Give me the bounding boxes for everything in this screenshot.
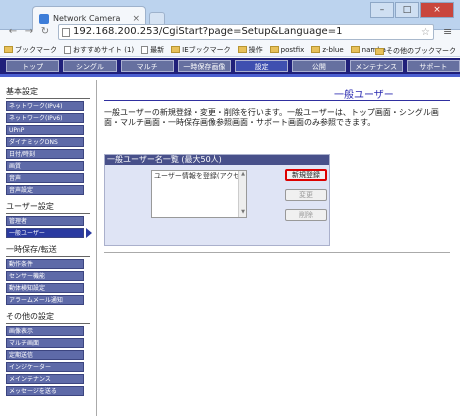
sidebar-item[interactable]: ネットワーク(IPv6): [6, 113, 84, 123]
bookmark-item[interactable]: ブックマーク: [4, 45, 57, 55]
user-list-box[interactable]: ユーザー情報を登録(アクセス) ▲ ▼: [151, 170, 247, 218]
sidebar-item[interactable]: 画像表示: [6, 326, 84, 336]
address-bar[interactable]: 192.168.200.253/CgiStart?page=Setup&Lang…: [58, 24, 434, 40]
bookmark-item[interactable]: IEブックマーク: [171, 45, 231, 55]
nav-tab-top[interactable]: トップ: [6, 60, 60, 72]
sidebar-item[interactable]: 画質: [6, 161, 84, 171]
bookmarks-bar: ブックマーク おすすめサイト (1) 最新 IEブックマーク 操作 postfi…: [0, 43, 460, 57]
tab-title: Network Camera: [53, 14, 121, 23]
sidebar-item[interactable]: ネットワーク(IPv4): [6, 101, 84, 111]
back-arrow-icon[interactable]: ←: [6, 26, 20, 37]
nav-underline: [0, 74, 460, 77]
url-text: 192.168.200.253/CgiStart?page=Setup&Lang…: [73, 26, 343, 37]
nav-tab-temp-images[interactable]: 一時保存画像: [177, 60, 231, 72]
other-bookmarks-label: その他のブックマーク: [386, 47, 456, 55]
bookmark-item[interactable]: z-blue: [311, 45, 344, 54]
folder-icon: [171, 46, 181, 53]
nav-tab-public[interactable]: 公開: [292, 60, 346, 72]
sidebar-item[interactable]: インジケーター: [6, 362, 84, 372]
folder-icon: [375, 47, 384, 55]
bookmark-label: postfix: [280, 45, 305, 54]
nav-tab-support[interactable]: サポート: [406, 60, 460, 72]
bookmark-item[interactable]: postfix: [269, 45, 305, 54]
folder-icon: [237, 46, 247, 53]
list-scrollbar[interactable]: ▲ ▼: [238, 171, 246, 217]
sidebar-item[interactable]: 音声: [6, 173, 84, 183]
panel-title: 一般ユーザー名一覧 (最大50人): [105, 155, 329, 165]
sidebar-item[interactable]: メインテナンス: [6, 374, 84, 384]
sidebar-item[interactable]: 定期送信: [6, 350, 84, 360]
other-bookmarks[interactable]: その他のブックマーク: [375, 46, 456, 56]
page-title: 一般ユーザー: [334, 90, 394, 101]
bookmark-label: IEブックマーク: [182, 45, 231, 54]
browser-menu-icon[interactable]: ≡: [443, 25, 452, 38]
folder-icon: [4, 46, 13, 53]
scroll-up-icon[interactable]: ▲: [239, 171, 247, 179]
close-tab-icon[interactable]: ×: [132, 14, 140, 24]
sidebar-divider: [96, 80, 97, 416]
sidebar-item[interactable]: アラームメール通知: [6, 295, 84, 305]
nav-tab-maintenance[interactable]: メンテナンス: [349, 60, 403, 72]
user-list-panel: 一般ユーザー名一覧 (最大50人) ユーザー情報を登録(アクセス) ▲ ▼ 新規…: [104, 154, 330, 246]
folder-icon: [269, 46, 279, 53]
sidebar-item[interactable]: センサー機能: [6, 271, 84, 281]
sidebar-heading: 一時保存/転送: [6, 244, 90, 257]
sidebar-item[interactable]: マルチ画面: [6, 338, 84, 348]
page-icon: [141, 45, 149, 54]
maximize-button[interactable]: □: [395, 2, 419, 18]
sidebar-item-general-user[interactable]: 一般ユーザー: [6, 228, 84, 238]
sidebar-item[interactable]: メッセージを送る: [6, 386, 84, 396]
sidebar-item[interactable]: 動体検知設定: [6, 283, 84, 293]
sidebar-heading: ユーザー設定: [6, 201, 90, 214]
nav-tab-single[interactable]: シングル: [63, 60, 117, 72]
forward-arrow-icon[interactable]: →: [22, 26, 36, 37]
title-divider: [104, 100, 450, 101]
page-description: 一般ユーザーの新規登録・変更・削除を行います。一般ユーザーは、トップ画面・シング…: [104, 108, 439, 127]
folder-icon: [350, 46, 360, 53]
bookmark-label: 操作: [248, 45, 263, 54]
sidebar-item[interactable]: UPnP: [6, 125, 84, 135]
camera-favicon-icon: [39, 13, 49, 24]
bookmark-item[interactable]: おすすめサイト (1): [64, 45, 134, 55]
sidebar-item[interactable]: 管理者: [6, 216, 84, 226]
page-icon: [64, 45, 71, 54]
active-item-arrow-icon: [86, 228, 92, 238]
sidebar-heading: その他の設定: [6, 311, 90, 324]
bookmark-label: おすすめサイト (1): [73, 45, 135, 54]
content-divider: [104, 252, 450, 253]
nav-tab-multi[interactable]: マルチ: [120, 60, 174, 72]
reload-icon[interactable]: ↻: [38, 26, 52, 37]
window-controls: – □ ×: [370, 2, 454, 18]
delete-button[interactable]: 削除: [285, 209, 327, 221]
new-register-button[interactable]: 新規登録: [285, 169, 327, 181]
bookmark-item[interactable]: 最新: [141, 45, 164, 55]
scroll-down-icon[interactable]: ▼: [239, 209, 247, 217]
nav-tab-settings[interactable]: 設定: [235, 60, 289, 72]
settings-sidebar: 基本設定 ネットワーク(IPv4) ネットワーク(IPv6) UPnP ダイナミ…: [6, 84, 92, 398]
minimize-button[interactable]: –: [370, 2, 394, 18]
bookmark-item[interactable]: 操作: [237, 45, 263, 55]
sidebar-item[interactable]: ダイナミックDNS: [6, 137, 84, 147]
bookmark-star-icon[interactable]: ☆: [421, 27, 430, 38]
web-content: トップ シングル マルチ 一時保存画像 設定 公開 メンテナンス サポート 基本…: [0, 58, 460, 416]
bookmark-label: z-blue: [322, 45, 344, 54]
bookmark-label: 最新: [150, 45, 165, 54]
folder-icon: [311, 46, 321, 53]
sidebar-item[interactable]: 動作条件: [6, 259, 84, 269]
edit-button[interactable]: 変更: [285, 189, 327, 201]
sidebar-item[interactable]: 日付/時刻: [6, 149, 84, 159]
sidebar-item[interactable]: 音声設定: [6, 185, 84, 195]
list-item[interactable]: ユーザー情報を登録(アクセス): [152, 171, 246, 181]
sidebar-heading: 基本設定: [6, 86, 90, 99]
bookmark-label: ブックマーク: [15, 45, 57, 54]
window-close-button[interactable]: ×: [420, 2, 454, 18]
page-icon: [62, 28, 70, 37]
main-nav: トップ シングル マルチ 一時保存画像 設定 公開 メンテナンス サポート: [0, 58, 460, 74]
